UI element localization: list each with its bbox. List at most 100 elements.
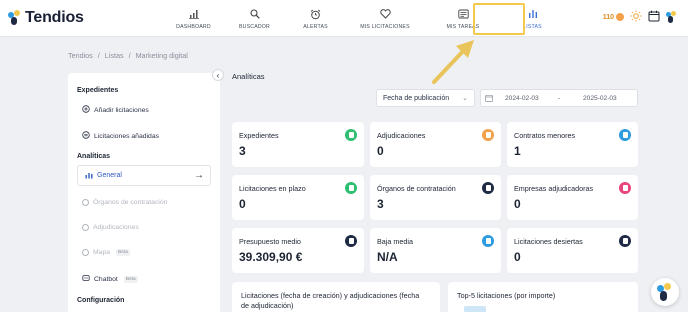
sidebar-item-add[interactable]: Añadir licitaciones	[82, 105, 149, 115]
nav-label: ALERTAS	[303, 24, 328, 30]
stat-card-licitaciones-en-plazo[interactable]: Licitaciones en plazo 0	[232, 175, 364, 220]
page-title: Analíticas	[232, 72, 265, 81]
stat-card-presupuesto-medio[interactable]: Presupuesto medio 39.309,90 €	[232, 228, 364, 273]
chevron-down-icon: ⌄	[462, 95, 468, 102]
clipboard-icon	[619, 182, 631, 194]
sidebar-item-adjudicaciones[interactable]: Adjudicaciones	[82, 224, 139, 231]
top-navigation-bar: Tendios DASHBOARD BUSCADOR ALERTAS MIS L…	[0, 0, 688, 37]
sidebar-heading-expedientes: Expedientes	[77, 87, 119, 94]
letter-b-icon	[619, 129, 631, 141]
chat-widget-button[interactable]	[651, 278, 679, 306]
chart-panel-top5: Top-5 licitaciones (por importe)	[448, 282, 638, 312]
calendar-icon	[485, 94, 493, 104]
stat-title: Adjudicaciones	[377, 131, 426, 140]
breadcrumb-item[interactable]: Listas	[105, 51, 124, 60]
date-range-picker[interactable]: 2024-02-03 - 2025-02-03	[480, 89, 638, 107]
listas-highlight-box	[473, 3, 525, 35]
date-from[interactable]: 2024-02-03	[505, 95, 539, 102]
stat-title: Licitaciones en plazo	[239, 184, 306, 193]
document-icon	[619, 235, 631, 247]
sidebar-item-general[interactable]: General →	[77, 165, 211, 186]
coins-counter[interactable]: 110	[603, 14, 614, 21]
sidebar-item-label: Licitaciones añadidas	[94, 132, 159, 140]
notepad-icon	[457, 8, 469, 20]
stat-value: N/A	[377, 250, 398, 264]
stat-card-contratos-menores[interactable]: Contratos menores 1	[507, 122, 638, 167]
stat-value: 3	[377, 197, 384, 211]
date-type-select[interactable]: Fecha de publicación ⌄	[376, 89, 475, 107]
stat-card-adjudicaciones[interactable]: Adjudicaciones 0	[370, 122, 501, 167]
date-to[interactable]: 2025-02-03	[583, 95, 617, 102]
breadcrumb-item[interactable]: Tendios	[68, 51, 93, 60]
sidebar-item-label: Chatbot	[94, 275, 118, 283]
nav-label: MIS LICITACIONES	[360, 24, 410, 30]
tendios-logo-icon	[8, 10, 22, 26]
nav-label: BUSCADOR	[238, 24, 270, 30]
plus-circle-icon	[82, 105, 90, 115]
stat-title: Órganos de contratación	[377, 184, 456, 193]
stat-title: Baja media	[377, 237, 413, 246]
heart-icon	[379, 8, 391, 20]
coin-icon	[616, 13, 624, 21]
app-name: Tendios	[25, 9, 84, 26]
sidebar-item-mapa[interactable]: Mapa Beta	[82, 249, 130, 256]
building-icon	[482, 182, 494, 194]
panel-title: Licitaciones (fecha de creación) y adjud…	[241, 291, 420, 310]
app-logo[interactable]: Tendios	[8, 9, 84, 27]
breadcrumb: Tendios / Listas / Marketing digital	[68, 51, 188, 60]
stat-card-baja-media[interactable]: Baja media N/A	[370, 228, 501, 273]
stat-title: Licitaciones desiertas	[514, 237, 583, 246]
map-icon	[82, 249, 89, 256]
list-bars-icon	[527, 8, 539, 20]
bar-chart-icon	[188, 8, 200, 20]
stat-value: 0	[377, 144, 384, 158]
nav-label: DASHBOARD	[176, 24, 211, 30]
sun-icon[interactable]	[630, 10, 642, 24]
breadcrumb-current: Marketing digital	[135, 51, 188, 60]
sidebar-item-chatbot[interactable]: Chatbot Beta	[82, 274, 138, 284]
stat-title: Contratos menores	[514, 131, 576, 140]
award-icon	[82, 224, 89, 231]
sidebar-item-label: Adjudicaciones	[93, 224, 139, 231]
select-value: Fecha de publicación	[383, 95, 450, 102]
nav-alertas[interactable]: ALERTAS	[285, 0, 346, 37]
euro-icon	[345, 235, 357, 247]
stat-value: 39.309,90 €	[239, 250, 303, 264]
stat-card-desiertas[interactable]: Licitaciones desiertas 0	[507, 228, 638, 273]
sidebar: Expedientes Añadir licitaciones Licitaci…	[68, 73, 220, 312]
search-icon	[249, 8, 261, 20]
sidebar-item-label: General	[97, 172, 122, 179]
sidebar-item-label: Órganos de contratación	[93, 199, 168, 206]
chart-icon	[85, 171, 93, 181]
stat-card-organos[interactable]: Órganos de contratación 3	[370, 175, 501, 220]
pointer-arrow-icon	[432, 40, 474, 84]
collapse-sidebar-button[interactable]: ‹	[212, 69, 224, 81]
sidebar-heading-analiticas: Analíticas	[77, 153, 111, 160]
alarm-clock-icon	[310, 8, 322, 20]
sidebar-item-organos[interactable]: Órganos de contratación	[82, 199, 167, 206]
chatbot-icon	[82, 274, 90, 284]
sidebar-item-label: Añadir licitaciones	[94, 106, 149, 114]
sidebar-heading-configuracion: Configuración	[77, 297, 125, 304]
stat-card-expedientes[interactable]: Expedientes 3	[232, 122, 364, 167]
stat-title: Expedientes	[239, 131, 279, 140]
chevron-left-icon: ‹	[216, 70, 220, 80]
document-icon	[345, 182, 357, 194]
sidebar-item-added[interactable]: Licitaciones añadidas	[82, 131, 159, 141]
panel-title: Top-5 licitaciones (por importe)	[457, 291, 556, 300]
nav-buscador[interactable]: BUSCADOR	[224, 0, 285, 37]
stat-title: Empresas adjudicadoras	[514, 184, 594, 193]
calendar-icon[interactable]	[648, 10, 660, 24]
user-avatar[interactable]	[666, 11, 678, 23]
nav-mis-licitaciones[interactable]: MIS LICITACIONES	[346, 0, 424, 37]
stack-icon	[82, 131, 90, 141]
nav-dashboard[interactable]: DASHBOARD	[163, 0, 224, 37]
stat-value: 3	[239, 144, 246, 158]
toggle-chip[interactable]	[464, 306, 486, 312]
stat-card-empresas[interactable]: Empresas adjudicadoras 0	[507, 175, 638, 220]
document-icon	[482, 129, 494, 141]
chart-panel-licitaciones: Licitaciones (fecha de creación) y adjud…	[232, 282, 440, 312]
stat-value: 0	[514, 197, 521, 211]
arrow-right-icon: →	[194, 170, 204, 181]
stat-value: 1	[514, 144, 521, 158]
